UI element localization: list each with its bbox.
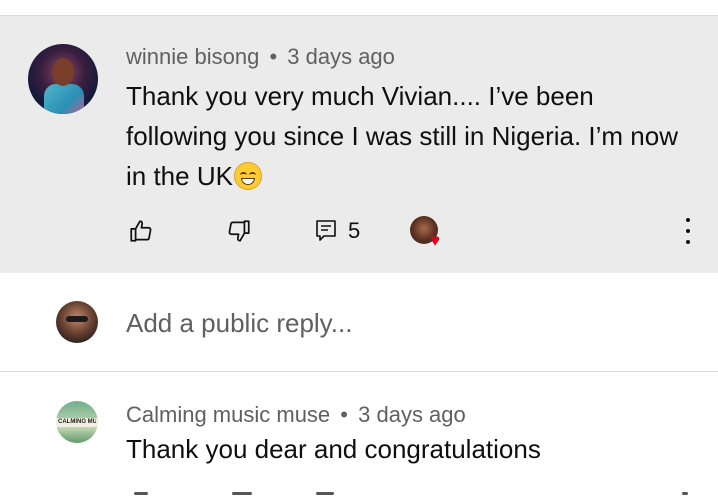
more-vertical-icon <box>686 218 690 222</box>
grinning-emoji-icon <box>233 162 262 190</box>
dislike-button[interactable] <box>226 218 252 244</box>
avatar-dress <box>44 84 84 114</box>
commenter-avatar[interactable] <box>28 44 98 114</box>
second-comment-meta: Calming music muse • 3 days ago <box>126 402 466 428</box>
comment-time[interactable]: 3 days ago <box>287 44 395 69</box>
public-reply-input[interactable] <box>126 306 686 340</box>
avatar-glasses <box>66 316 88 322</box>
like-button[interactable] <box>128 218 154 244</box>
comment-icon <box>316 220 336 241</box>
second-comment-author[interactable]: Calming music muse <box>126 402 330 427</box>
comment-text: Thank you very much Vivian.... I’ve been… <box>126 76 686 196</box>
comment-divider <box>0 371 718 372</box>
reply-count: 5 <box>348 218 361 243</box>
meta-separator: • <box>340 402 348 427</box>
replies-button[interactable]: 5 <box>314 218 360 244</box>
current-user-avatar <box>56 301 98 343</box>
comment-author[interactable]: winnie bisong <box>126 44 259 69</box>
second-comment-actions-cropped <box>0 492 718 499</box>
second-comment-text: Thank you dear and congratulations <box>126 434 541 464</box>
comment-meta: winnie bisong • 3 days ago <box>126 44 395 70</box>
creator-heart-badge: ♥ <box>410 216 448 250</box>
thumbs-up-icon <box>130 220 152 242</box>
second-commenter-avatar[interactable]: CALMING MUSIC <box>56 401 98 443</box>
thumbs-down-icon <box>228 220 250 242</box>
avatar-logo-text: CALMING MUSIC <box>58 419 96 425</box>
more-options-button[interactable] <box>678 218 698 244</box>
heart-icon: ♥ <box>430 231 441 250</box>
meta-separator: • <box>269 44 278 69</box>
comment-text-content: Thank you very much Vivian.... I’ve been… <box>126 81 678 191</box>
second-comment-time[interactable]: 3 days ago <box>358 402 466 427</box>
avatar-face <box>52 58 74 86</box>
